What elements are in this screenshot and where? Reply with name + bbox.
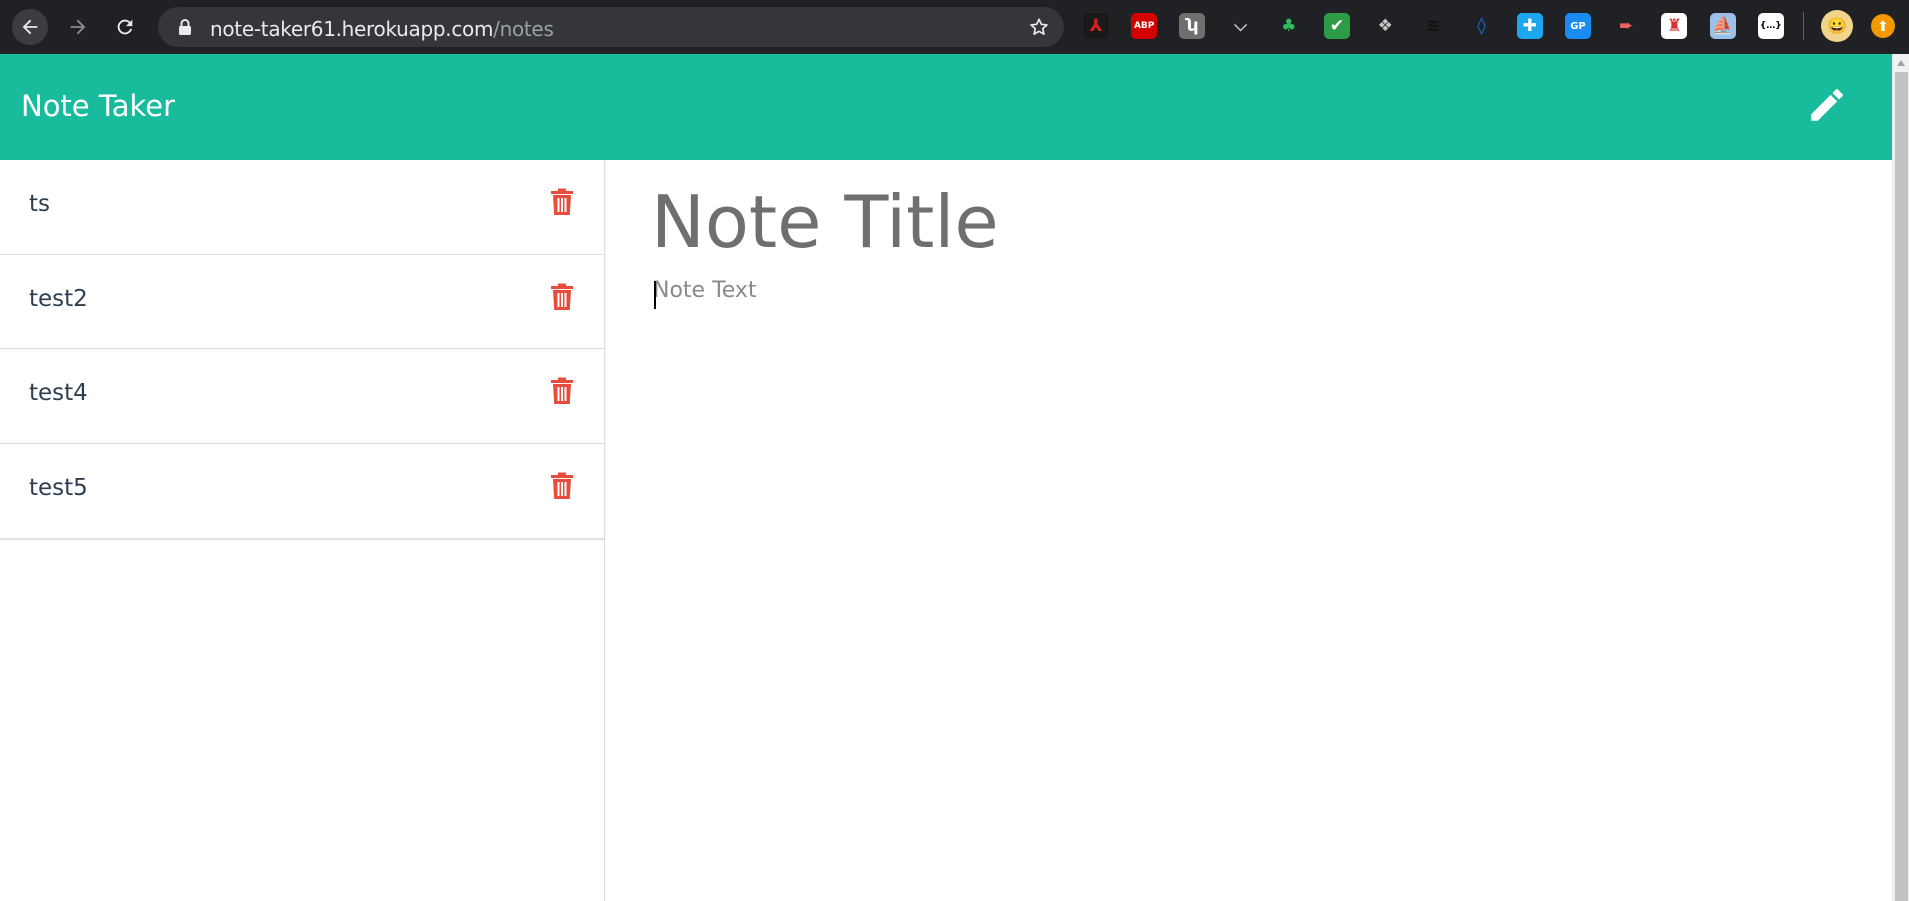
toolbar-divider bbox=[1803, 12, 1804, 40]
back-button[interactable] bbox=[12, 9, 48, 45]
note-text-input[interactable] bbox=[653, 278, 1853, 778]
puzzle-blue-icon[interactable]: ✚ bbox=[1516, 13, 1543, 39]
note-title-input[interactable] bbox=[651, 178, 1851, 266]
drop-icon[interactable]: ◊ bbox=[1469, 13, 1495, 39]
note-list: ts test2 test4 test5 bbox=[0, 160, 605, 539]
list-item[interactable]: test2 bbox=[0, 255, 605, 349]
note-title[interactable]: test2 bbox=[29, 286, 88, 312]
bookmark-star-icon[interactable] bbox=[1028, 16, 1050, 38]
address-bar[interactable]: note-taker61.herokuapp.com/notes bbox=[158, 7, 1064, 47]
app-navbar: Note Taker bbox=[0, 54, 1892, 160]
arrow-left-icon bbox=[22, 19, 38, 35]
app-brand[interactable]: Note Taker bbox=[21, 89, 175, 123]
trash-icon[interactable] bbox=[550, 472, 574, 500]
reload-button[interactable] bbox=[107, 9, 143, 45]
pocket-icon[interactable]: ⌵ bbox=[1228, 13, 1254, 39]
url-path: /notes bbox=[493, 17, 554, 41]
new-note-pencil-icon[interactable] bbox=[1806, 84, 1848, 126]
checkmark-icon[interactable]: ✔ bbox=[1324, 13, 1350, 39]
adblock-icon[interactable]: ABP bbox=[1131, 13, 1158, 39]
reload-icon bbox=[117, 19, 133, 35]
browser-toolbar: note-taker61.herokuapp.com/notes ⅄ ABP ʮ ⌵ ♣… bbox=[0, 0, 1909, 54]
dropbox-icon[interactable]: ❖ bbox=[1372, 13, 1398, 39]
forward-button[interactable] bbox=[60, 9, 96, 45]
trash-icon[interactable] bbox=[550, 188, 574, 216]
url-host: note-taker61.herokuapp.com bbox=[210, 17, 494, 41]
arrow-right-icon bbox=[70, 19, 86, 35]
text-caret bbox=[654, 281, 656, 309]
note-editor bbox=[606, 160, 1892, 901]
list-item[interactable]: test4 bbox=[0, 349, 605, 444]
note-title[interactable]: test4 bbox=[29, 380, 88, 406]
ship-icon[interactable]: ⛵ bbox=[1709, 13, 1736, 39]
json-icon[interactable]: {…} bbox=[1757, 13, 1784, 39]
hubspot-icon[interactable]: ʮ bbox=[1179, 13, 1206, 39]
gp-icon[interactable]: GP bbox=[1565, 13, 1591, 39]
trash-icon[interactable] bbox=[550, 377, 574, 405]
record-icon[interactable]: ➨ bbox=[1613, 13, 1639, 39]
page-scrollbar[interactable] bbox=[1892, 54, 1909, 901]
update-arrow-icon[interactable]: ⬆ bbox=[1871, 14, 1895, 38]
list-item[interactable]: ts bbox=[0, 160, 605, 255]
note-title[interactable]: test5 bbox=[29, 475, 88, 501]
lock-icon bbox=[179, 19, 191, 35]
buffer-icon[interactable]: ≋ bbox=[1420, 13, 1446, 39]
url-text: note-taker61.herokuapp.com/notes bbox=[210, 17, 554, 41]
scroll-thumb[interactable] bbox=[1895, 72, 1908, 901]
note-title[interactable]: ts bbox=[29, 191, 50, 217]
list-item[interactable]: test5 bbox=[0, 444, 605, 539]
sidebar: ts test2 test4 test5 bbox=[0, 160, 605, 901]
evernote-icon[interactable]: ♣ bbox=[1276, 13, 1302, 39]
acrobat-icon[interactable]: ⅄ bbox=[1083, 13, 1109, 39]
profile-avatar[interactable]: 😀 bbox=[1821, 10, 1853, 42]
scroll-up-arrow-icon[interactable] bbox=[1897, 60, 1905, 66]
tower-icon[interactable]: ♜ bbox=[1661, 13, 1688, 39]
trash-icon[interactable] bbox=[550, 283, 574, 311]
